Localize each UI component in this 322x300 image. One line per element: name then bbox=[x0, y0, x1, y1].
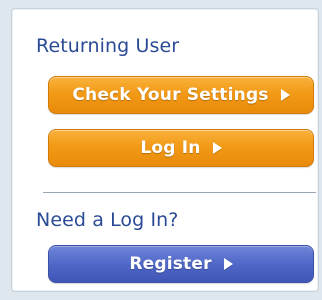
login-panel: Returning User Check Your Settings Log I… bbox=[11, 8, 319, 292]
returning-user-heading: Returning User bbox=[36, 35, 180, 57]
check-settings-label: Check Your Settings bbox=[72, 85, 269, 105]
register-button[interactable]: Register bbox=[48, 245, 314, 283]
login-label: Log In bbox=[140, 138, 201, 158]
login-button[interactable]: Log In bbox=[48, 129, 314, 167]
check-settings-button[interactable]: Check Your Settings bbox=[48, 76, 314, 114]
register-label: Register bbox=[129, 254, 212, 274]
section-divider bbox=[43, 192, 316, 193]
need-login-heading: Need a Log In? bbox=[36, 209, 179, 231]
play-arrow-icon bbox=[212, 142, 222, 154]
play-arrow-icon bbox=[223, 258, 233, 270]
play-arrow-icon bbox=[280, 89, 290, 101]
